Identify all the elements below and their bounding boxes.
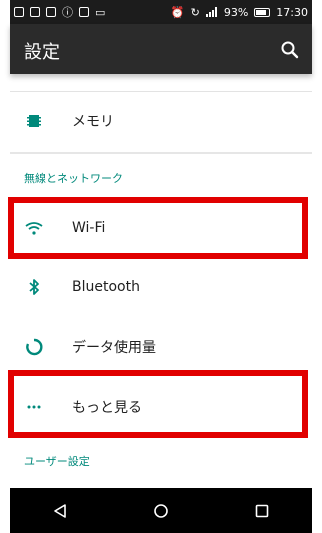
status-time: 17:30 [276, 5, 308, 19]
setting-label-data-usage: データ使用量 [72, 340, 156, 356]
screen: ⓘ ▭ ⏰ ↻ 93% 17:30 設定 メモリ 無線とネットワーク Wi-Fi… [0, 0, 322, 533]
setting-label-more: もっと見る [72, 400, 142, 416]
notification-download-icon [79, 7, 89, 17]
recents-button[interactable] [250, 499, 274, 523]
section-header-wireless: 無線とネットワーク [24, 172, 123, 185]
battery-percent: 93% [223, 5, 249, 19]
status-bar: ⓘ ▭ ⏰ ↻ 93% 17:30 [10, 0, 312, 24]
settings-list: メモリ 無線とネットワーク Wi-Fi Bluetooth データ使用量 もっと… [8, 74, 312, 488]
navigation-bar [10, 488, 312, 533]
page-title: 設定 [24, 42, 60, 63]
home-icon [154, 503, 168, 518]
notification-gallery-icon [46, 7, 56, 17]
search-icon[interactable] [280, 40, 300, 60]
wifi-icon [24, 218, 44, 238]
setting-item-wifi[interactable]: Wi-Fi [10, 199, 312, 257]
setting-label-wifi: Wi-Fi [72, 220, 106, 236]
bluetooth-icon [24, 277, 44, 297]
memory-icon [24, 111, 44, 131]
info-icon: ⓘ [62, 5, 73, 19]
action-bar: 設定 [10, 24, 312, 74]
alarm-icon: ⏰ [170, 5, 185, 19]
signal-icon [205, 7, 217, 17]
setting-label-bluetooth: Bluetooth [72, 279, 140, 295]
notification-icons: ⓘ ▭ [10, 7, 105, 18]
recents-icon [255, 504, 268, 517]
setting-label-memory: メモリ [72, 114, 114, 130]
notification-image-icon [30, 7, 40, 17]
section-header-user: ユーザー設定 [24, 455, 90, 468]
system-icons: ⏰ ↻ 93% 17:30 [171, 6, 312, 19]
setting-item-data-usage[interactable]: データ使用量 [10, 318, 312, 376]
more-icon [24, 397, 44, 417]
setting-item-more[interactable]: もっと見る [10, 378, 312, 436]
notification-message-icon: ▭ [95, 5, 106, 19]
setting-item-bluetooth[interactable]: Bluetooth [10, 258, 312, 316]
setting-item-memory[interactable]: メモリ [10, 92, 312, 150]
data-usage-icon [24, 337, 44, 357]
home-button[interactable] [149, 499, 173, 523]
notification-app-icon [14, 7, 24, 17]
back-icon [54, 503, 67, 518]
section-divider [10, 152, 312, 154]
back-button[interactable] [48, 499, 72, 523]
battery-icon [254, 7, 271, 17]
rotate-icon: ↻ [190, 5, 200, 19]
